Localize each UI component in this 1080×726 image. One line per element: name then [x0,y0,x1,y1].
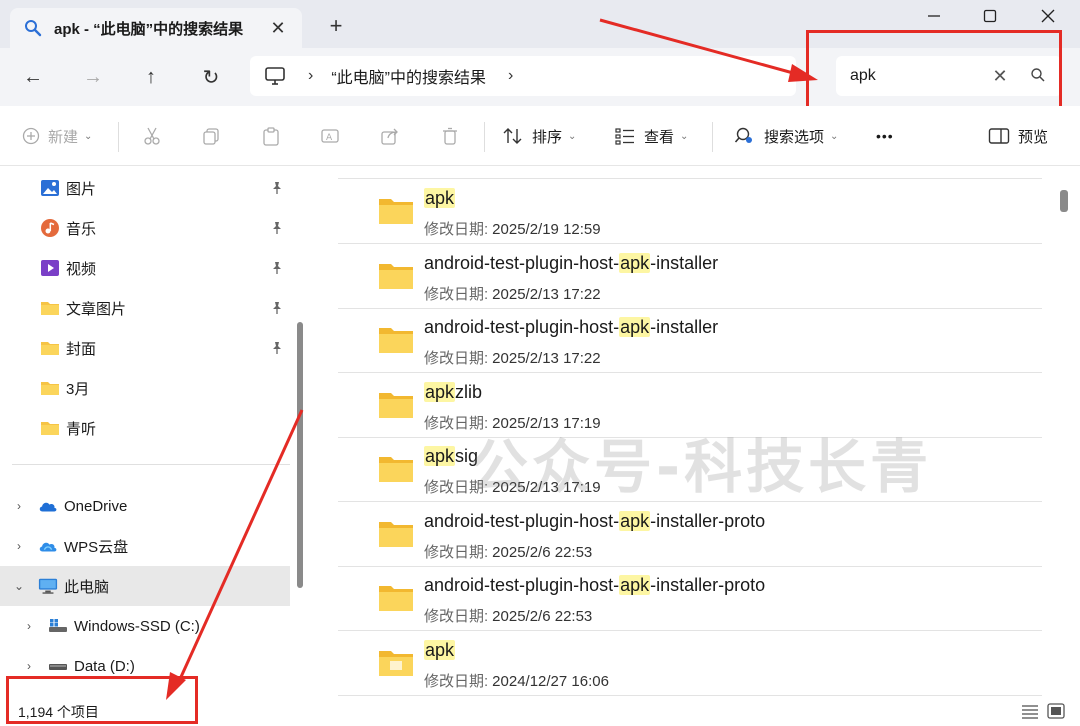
arrow-head [166,672,186,700]
arrow-line [599,18,805,78]
arrow-line [174,409,304,689]
arrow-head [788,64,818,82]
annotation-arrows [166,18,818,700]
